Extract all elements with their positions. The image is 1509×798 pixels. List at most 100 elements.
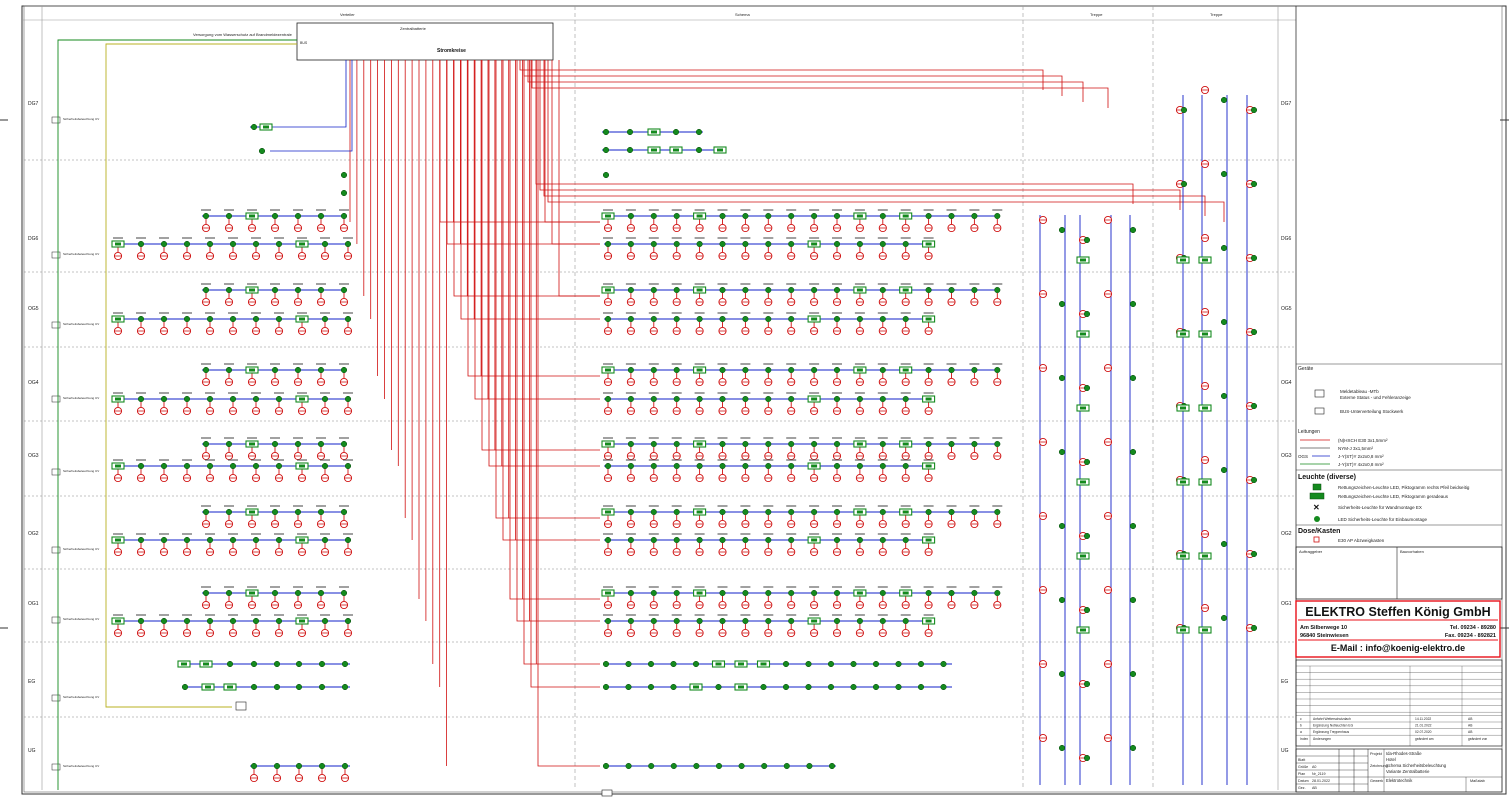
recessed-lamp-icon (879, 440, 886, 448)
recessed-lamp-icon (788, 395, 795, 403)
exit-sign-icon (807, 462, 821, 470)
recessed-lamp-icon (925, 589, 932, 597)
exit-sign-icon (259, 123, 273, 131)
recessed-lamp-icon (811, 366, 818, 374)
emergency-lamp-icon (741, 326, 750, 336)
lamp-tag (694, 437, 705, 439)
lamp-tag (992, 437, 1003, 439)
lamp-tag (877, 283, 888, 285)
emergency-lamp-icon (672, 628, 681, 638)
recessed-lamp-icon (321, 240, 329, 248)
recessed-lamp-icon (202, 212, 210, 220)
wall-lamp-icon: ✕ (1313, 503, 1320, 512)
zone-label-4: Treppe (1210, 12, 1223, 17)
lamp-tag (274, 614, 284, 616)
lamp-tag (809, 283, 820, 285)
emergency-lamp-icon (293, 451, 303, 461)
emergency-lamp-icon (649, 326, 658, 336)
emergency-lamp-icon (251, 251, 261, 261)
floor-label: UG (28, 748, 36, 754)
recessed-lamp-icon (925, 212, 932, 220)
emergency-lamp-icon (947, 600, 956, 610)
recessed-lamp-icon (872, 683, 880, 691)
recessed-lamp-icon (650, 462, 657, 470)
feeder-line-mid (439, 60, 600, 223)
emergency-lamp-icon (649, 547, 658, 557)
emergency-lamp-icon (182, 473, 192, 483)
exit-sign-icon (1176, 552, 1190, 560)
emergency-lamp-icon (855, 600, 864, 610)
recessed-lamp-icon (850, 683, 857, 691)
recessed-lamp-icon (1250, 550, 1258, 558)
emergency-lamp-icon (718, 377, 727, 387)
emergency-lamp-icon (320, 326, 330, 336)
lamp-tag (625, 437, 636, 439)
recessed-lamp-icon (602, 146, 610, 154)
lamp-tag (809, 586, 820, 588)
lamp-tag (274, 312, 284, 314)
recessed-lamp-icon (879, 240, 886, 248)
recessed-lamp-icon (811, 440, 818, 448)
exit-sign-icon (756, 660, 771, 668)
recessed-lamp-icon (1129, 226, 1137, 234)
recessed-lamp-icon (317, 286, 325, 294)
emergency-lamp-icon (741, 519, 750, 529)
lamp-tag (228, 614, 238, 616)
recessed-lamp-icon (627, 286, 634, 294)
lamp-tag (877, 533, 888, 535)
exit-sign-icon (693, 589, 707, 597)
emergency-lamp-icon (901, 473, 910, 483)
recessed-lamp-icon (225, 286, 233, 294)
emergency-lamp-icon (947, 223, 956, 233)
recessed-lamp-icon (1220, 466, 1228, 474)
exit-sign-icon (734, 660, 748, 668)
emergency-lamp-icon (787, 473, 796, 483)
lamp-tag (832, 209, 842, 211)
lamp-tag (671, 283, 682, 285)
legend-devices-heading: Geräte (1298, 366, 1314, 372)
recessed-lamp-icon (833, 240, 841, 248)
company-fax: Fax. 09234 - 892821 (1445, 633, 1496, 639)
lamp-tag (854, 283, 865, 285)
emergency-lamp-icon (205, 406, 215, 416)
emergency-lamp-icon (810, 406, 819, 416)
revision-index: Index (1300, 737, 1308, 741)
recessed-lamp-icon (340, 286, 348, 294)
recessed-lamp-icon (742, 462, 749, 470)
feed-line-yellow (105, 43, 297, 708)
floor-label: OG5 (28, 306, 39, 312)
exit-sign-icon (807, 536, 821, 544)
feeder-line-blue (270, 60, 347, 128)
recessed-lamp-icon (994, 212, 1001, 220)
recessed-lamp-icon (1220, 318, 1228, 326)
lamp-tag (603, 459, 613, 461)
exit-sign-icon (647, 128, 661, 136)
recessed-lamp-icon (295, 762, 303, 770)
lamp-tag (648, 312, 659, 314)
recessed-lamp-icon (738, 762, 745, 770)
lamp-tag (786, 363, 797, 365)
exit-sign-icon (245, 286, 259, 294)
lamp-tag (648, 614, 659, 616)
emergency-lamp-icon (603, 473, 613, 483)
floor-label: EG (28, 679, 35, 685)
exit-sign-icon (1076, 256, 1090, 264)
recessed-lamp-icon (273, 660, 281, 668)
recessed-lamp-icon (719, 536, 726, 544)
recessed-lamp-icon (1058, 448, 1066, 456)
lamp-tag (694, 459, 705, 461)
lamp-tag (625, 586, 636, 588)
recessed-lamp-icon (294, 589, 302, 597)
exit-sign-icon (601, 508, 615, 516)
emergency-lamp-icon (270, 297, 280, 307)
lamp-tag (694, 312, 705, 314)
emergency-lamp-icon (224, 297, 234, 307)
emergency-lamp-icon (810, 297, 819, 307)
lamp-tag (247, 283, 257, 285)
recessed-lamp-icon (719, 286, 726, 294)
recessed-lamp-icon (895, 683, 902, 691)
gewerk-label: Gewerk (1370, 779, 1383, 783)
exit-sign-icon (1176, 478, 1190, 486)
revision-by: geändert von (1468, 737, 1487, 741)
emergency-lamp-icon (1103, 585, 1113, 595)
